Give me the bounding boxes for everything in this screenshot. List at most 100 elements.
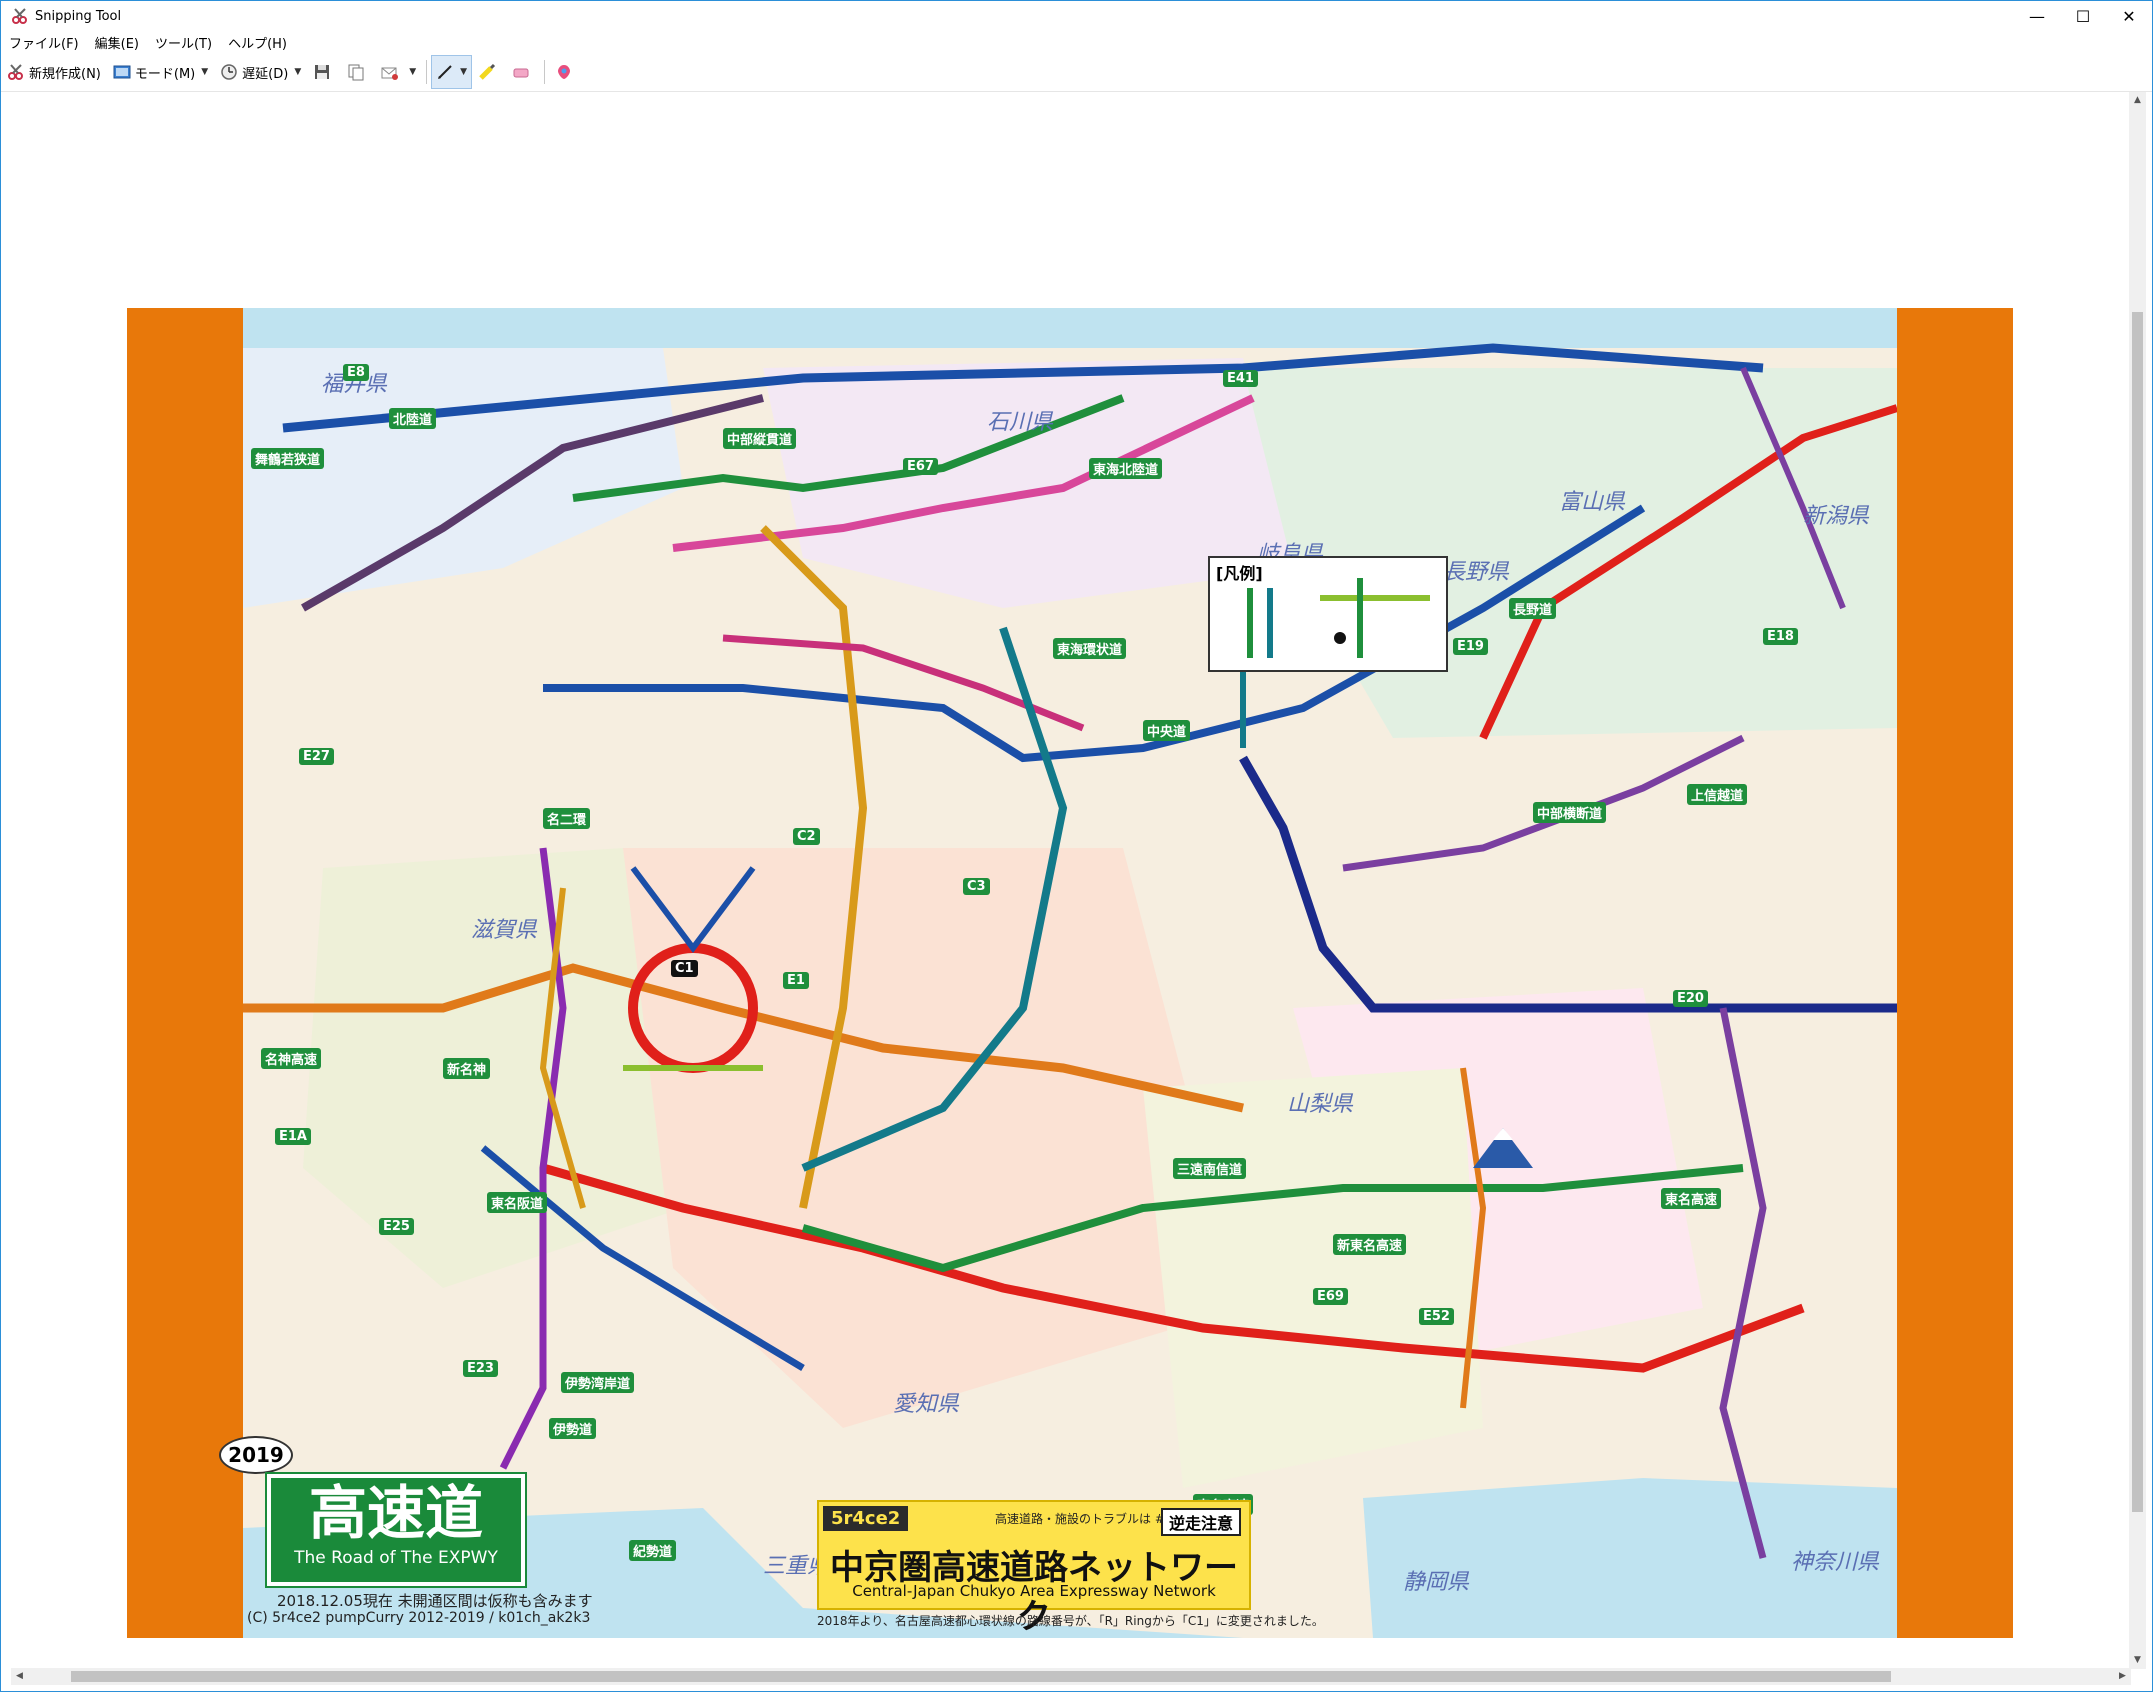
menu-tools[interactable]: ツール(T): [147, 33, 220, 52]
toolbar-divider: [544, 60, 546, 84]
toolbar: 新規作成(N) モード(M) ▼ 遅延(D) ▼ ▼ ▼: [1, 53, 2152, 92]
new-snip-label: 新規作成(N): [29, 66, 101, 82]
chevron-down-icon[interactable]: ▼: [409, 67, 416, 77]
vertical-scrollbar[interactable]: ▲ ▼: [2129, 92, 2146, 1669]
chevron-down-icon[interactable]: ▼: [460, 67, 467, 77]
title-bar: Snipping Tool — ☐ ✕: [1, 1, 2152, 31]
route-label: 東名高速: [1661, 1188, 1722, 1209]
route-code: E52: [1419, 1308, 1454, 1325]
expressway-map: 福井県 石川県 富山県 新潟県 岐阜県 長野県 滋賀県 愛知県 三重県 静岡県 …: [243, 308, 1897, 1638]
route-label: 東海環状道: [1053, 638, 1127, 659]
snip-canvas: 福井県 石川県 富山県 新潟県 岐阜県 長野県 滋賀県 愛知県 三重県 静岡県 …: [11, 92, 2131, 1669]
scroll-thumb[interactable]: [71, 1671, 1891, 1682]
highlighter-button[interactable]: [472, 57, 506, 87]
menu-bar: ファイル(F) 編集(E) ツール(T) ヘルプ(H): [1, 31, 2152, 53]
route-code: E69: [1313, 1288, 1348, 1305]
route-label: 伊勢湾岸道: [561, 1372, 635, 1393]
route-label: 舞鶴若狭道: [251, 448, 325, 469]
delay-button[interactable]: 遅延(D) ▼: [214, 57, 307, 87]
route-code: E23: [463, 1360, 498, 1377]
route-code: E67: [903, 458, 938, 475]
prefecture-label: 新潟県: [1803, 504, 1870, 529]
route-code: C1: [671, 960, 698, 977]
copyright-text: (C) 5r4ce2 pumpCurry 2012-2019 / k01ch_a…: [247, 1610, 591, 1626]
prefecture-label: 神奈川県: [1791, 1550, 1880, 1575]
map-legend: [凡例]: [1208, 556, 1448, 672]
map-frame-left: [127, 308, 243, 1638]
chevron-down-icon[interactable]: ▼: [294, 67, 301, 77]
prefecture-label: 長野県: [1443, 560, 1510, 585]
toolbar-divider: [426, 60, 428, 84]
route-label: 北陸道: [389, 408, 437, 429]
map-title-en: Central-Japan Chukyo Area Expressway Net…: [852, 1582, 1216, 1600]
logo-title: 高速道: [308, 1479, 483, 1547]
route-label: 紀勢道: [629, 1540, 677, 1561]
route-code: E1: [783, 972, 809, 989]
chevron-down-icon[interactable]: ▼: [201, 67, 208, 77]
window-controls: — ☐ ✕: [2014, 1, 2152, 31]
menu-edit[interactable]: 編集(E): [87, 33, 147, 52]
scroll-thumb[interactable]: [2132, 312, 2143, 1512]
logo-subtitle: The Road of The EXPWY: [294, 1548, 498, 1568]
route-code: E27: [299, 748, 334, 765]
prefecture-label: 滋賀県: [471, 918, 538, 943]
route-label: 中央道: [1143, 720, 1191, 741]
prefecture-label: 富山県: [1559, 490, 1626, 515]
pen-icon: [436, 63, 454, 81]
close-button[interactable]: ✕: [2106, 1, 2152, 31]
send-button[interactable]: ▼: [375, 57, 422, 87]
map-footnote: 2018年より、名古屋高速都心環状線の路線番号が、「R」Ringから「C1」に変…: [817, 1614, 1324, 1628]
route-label: 新名神: [443, 1058, 491, 1079]
save-button[interactable]: [307, 57, 341, 87]
pen-button[interactable]: ▼: [431, 55, 473, 89]
warning-badge: 逆走注意: [1160, 1508, 1241, 1536]
menu-help[interactable]: ヘルプ(H): [220, 33, 295, 52]
route-label: 新東名高速: [1333, 1234, 1407, 1255]
year-badge: 2019: [219, 1436, 293, 1474]
horizontal-scrollbar[interactable]: ◀ ▶: [11, 1668, 2131, 1685]
minimize-button[interactable]: —: [2014, 1, 2060, 31]
clock-icon: [220, 63, 238, 81]
scroll-right-icon[interactable]: ▶: [2114, 1668, 2131, 1685]
scroll-down-icon[interactable]: ▼: [2129, 1652, 2146, 1669]
send-icon: [381, 63, 399, 81]
map-frame-right: [1897, 308, 2013, 1638]
menu-file[interactable]: ファイル(F): [1, 33, 87, 52]
mode-label: モード(M): [134, 66, 196, 82]
snipping-tool-window: Snipping Tool — ☐ ✕ ファイル(F) 編集(E) ツール(T)…: [0, 0, 2153, 1692]
route-label: 東海北陸道: [1089, 458, 1163, 479]
route-code: C3: [963, 878, 990, 895]
route-code: C2: [793, 828, 820, 845]
eraser-icon: [512, 63, 530, 81]
route-label: 中部縦貫道: [723, 428, 797, 449]
scroll-left-icon[interactable]: ◀: [11, 1668, 28, 1685]
route-code: E20: [1673, 990, 1708, 1007]
route-code: E8: [343, 364, 369, 381]
copy-button[interactable]: [341, 57, 375, 87]
highlighter-icon: [478, 63, 496, 81]
route-label: 上信越道: [1687, 784, 1748, 805]
scissors-icon: [11, 7, 29, 25]
brand-label: 5r4ce2: [823, 1506, 909, 1531]
prefecture-label: 愛知県: [893, 1392, 960, 1417]
scissors-icon: [7, 63, 25, 81]
route-label: 名神高速: [261, 1048, 322, 1069]
scroll-up-icon[interactable]: ▲: [2129, 92, 2146, 109]
date-note: 2018.12.05現在 未開通区間は仮称も含みます: [277, 1592, 593, 1610]
route-code: E19: [1453, 638, 1488, 655]
prefecture-label: 石川県: [987, 410, 1054, 435]
map-image: 福井県 石川県 富山県 新潟県 岐阜県 長野県 滋賀県 愛知県 三重県 静岡県 …: [127, 308, 2013, 1638]
route-code: E41: [1223, 370, 1258, 387]
mode-button[interactable]: モード(M) ▼: [107, 57, 214, 87]
paint3d-button[interactable]: [549, 57, 583, 87]
copy-icon: [347, 63, 365, 81]
route-code: E25: [379, 1218, 414, 1235]
route-label: 名二環: [543, 808, 591, 829]
route-label: 長野道: [1509, 598, 1557, 619]
maximize-button[interactable]: ☐: [2060, 1, 2106, 31]
new-snip-button[interactable]: 新規作成(N): [1, 57, 107, 87]
eraser-button[interactable]: [506, 57, 540, 87]
map-title-box: 5r4ce2 高速道路・施設のトラブルは #9910 逆走注意 中京圏高速道路ネ…: [817, 1500, 1251, 1637]
delay-label: 遅延(D): [242, 66, 289, 82]
route-code: E18: [1763, 628, 1798, 645]
